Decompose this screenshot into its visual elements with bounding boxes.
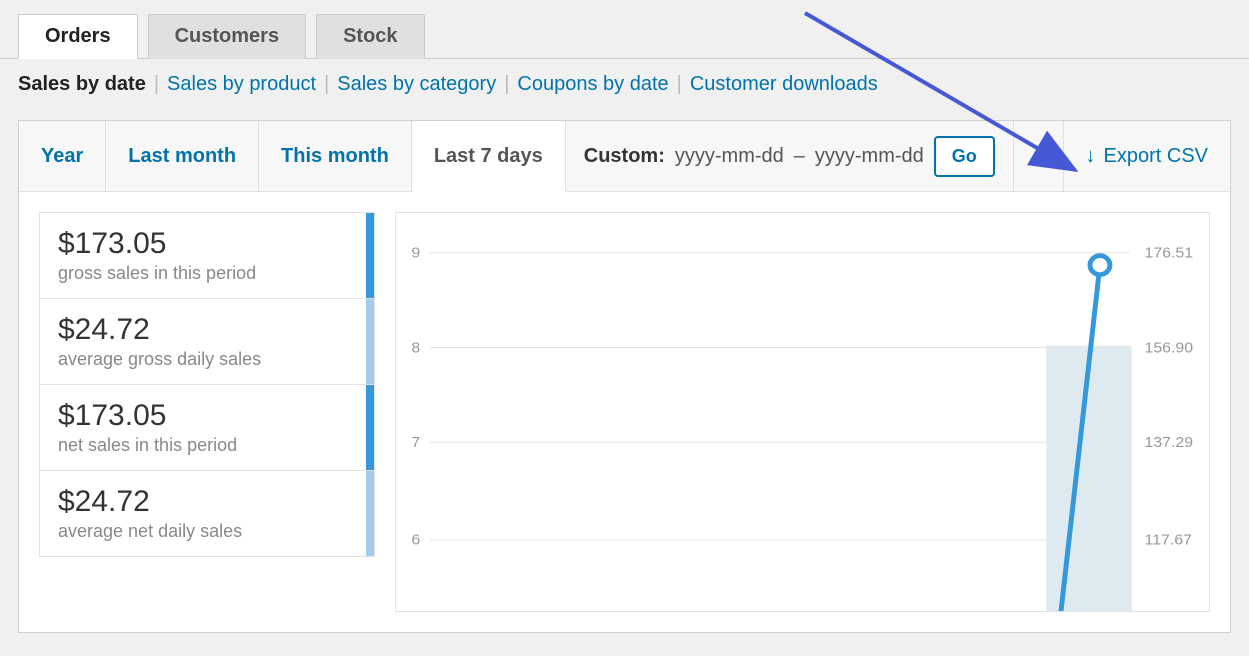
separator: |: [677, 73, 682, 96]
separator: |: [154, 73, 159, 96]
separator: |: [504, 73, 509, 96]
subnav-sales-by-product[interactable]: Sales by product: [167, 73, 316, 96]
custom-from-input[interactable]: yyyy-mm-dd: [675, 145, 784, 168]
subnav-coupons-by-date[interactable]: Coupons by date: [517, 73, 668, 96]
stat-net-sales[interactable]: $173.05 net sales in this period: [39, 384, 375, 470]
stat-value: $24.72: [58, 313, 356, 347]
svg-text:117.67: 117.67: [1145, 532, 1192, 549]
range-year[interactable]: Year: [19, 121, 106, 191]
stat-avg-net-daily[interactable]: $24.72 average net daily sales: [39, 470, 375, 557]
tab-orders[interactable]: Orders: [18, 14, 138, 59]
svg-text:176.51: 176.51: [1145, 245, 1193, 262]
stat-value: $173.05: [58, 227, 356, 261]
stats-column: $173.05 gross sales in this period $24.7…: [39, 212, 375, 612]
subnav-sales-by-date[interactable]: Sales by date: [18, 73, 146, 96]
stat-label: net sales in this period: [58, 435, 356, 456]
range-this-month[interactable]: This month: [259, 121, 412, 191]
report-subnav: Sales by date | Sales by product | Sales…: [0, 58, 1249, 110]
go-button[interactable]: Go: [934, 136, 995, 177]
custom-to-input[interactable]: yyyy-mm-dd: [815, 145, 924, 168]
svg-text:7: 7: [411, 434, 420, 451]
subnav-sales-by-category[interactable]: Sales by category: [337, 73, 496, 96]
stat-label: average net daily sales: [58, 521, 356, 542]
svg-text:6: 6: [411, 532, 420, 549]
svg-text:9: 9: [411, 245, 420, 262]
date-range-bar: Year Last month This month Last 7 days C…: [19, 121, 1230, 192]
download-icon: ↓: [1086, 145, 1096, 168]
subnav-customer-downloads[interactable]: Customer downloads: [690, 73, 878, 96]
range-custom: Custom: yyyy-mm-dd – yyyy-mm-dd Go: [566, 121, 1014, 191]
sales-chart[interactable]: 9 8 7 6 176.51 156.90 137.29 117.67: [395, 212, 1210, 612]
export-csv-label: Export CSV: [1104, 145, 1208, 168]
report-content: $173.05 gross sales in this period $24.7…: [19, 192, 1230, 632]
range-last-month[interactable]: Last month: [106, 121, 259, 191]
stat-avg-gross-daily[interactable]: $24.72 average gross daily sales: [39, 298, 375, 384]
main-tabs: Orders Customers Stock: [0, 0, 1249, 59]
spacer: [1014, 121, 1064, 191]
svg-text:137.29: 137.29: [1145, 434, 1193, 451]
report-panel: Year Last month This month Last 7 days C…: [18, 120, 1231, 633]
tab-stock[interactable]: Stock: [316, 14, 424, 59]
stat-label: average gross daily sales: [58, 349, 356, 370]
stat-gross-sales[interactable]: $173.05 gross sales in this period: [39, 212, 375, 298]
range-last-7-days[interactable]: Last 7 days: [412, 121, 566, 192]
stat-value: $24.72: [58, 485, 356, 519]
svg-text:156.90: 156.90: [1145, 340, 1194, 357]
chart-svg: 9 8 7 6 176.51 156.90 137.29 117.67: [396, 213, 1209, 611]
custom-label: Custom:: [584, 145, 665, 168]
stat-label: gross sales in this period: [58, 263, 356, 284]
separator: |: [324, 73, 329, 96]
custom-date-separator: –: [794, 145, 805, 168]
tab-customers[interactable]: Customers: [148, 14, 306, 59]
stat-value: $173.05: [58, 399, 356, 433]
svg-text:8: 8: [411, 340, 420, 357]
export-csv-button[interactable]: ↓ Export CSV: [1064, 121, 1230, 191]
